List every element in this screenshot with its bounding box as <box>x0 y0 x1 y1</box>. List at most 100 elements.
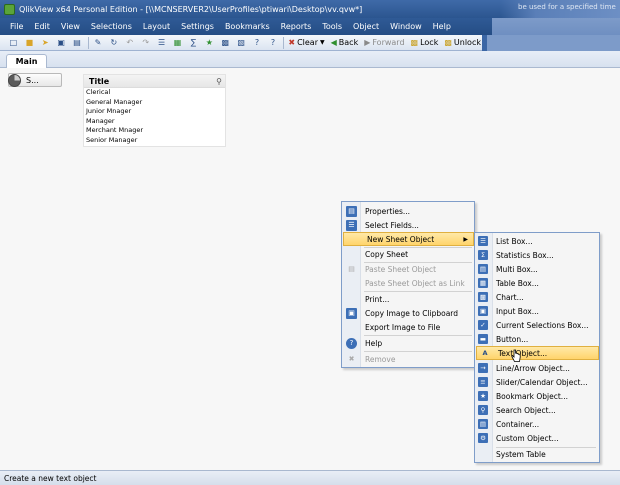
unlock-button[interactable]: ▩ Unlock <box>444 38 481 47</box>
menu-item-bookmark-object[interactable]: ★ Bookmark Object... <box>475 389 599 403</box>
undo-icon[interactable]: ↶ <box>124 37 135 48</box>
list-item[interactable]: Senior Manager <box>84 136 225 146</box>
remove-icon: ✖ <box>348 354 355 363</box>
menu-item-line-arrow-object[interactable]: → Line/Arrow Object... <box>475 361 599 375</box>
list-box-header[interactable]: Title ⚲ <box>84 75 225 88</box>
menu-bookmarks[interactable]: Bookmarks <box>225 22 270 31</box>
new-document-icon[interactable]: □ <box>8 37 19 48</box>
edit-script-icon[interactable]: ✎ <box>93 37 104 48</box>
list-item[interactable]: Clerical <box>84 88 225 98</box>
chevron-down-icon[interactable]: ▼ <box>320 39 325 46</box>
custom-object-icon: ⚙ <box>478 433 488 443</box>
new-sheet-object-submenu: ☰ List Box... Σ Statistics Box... ▤ Mult… <box>474 232 600 463</box>
menu-item-system-table[interactable]: System Table <box>475 447 599 461</box>
redo-icon[interactable]: ↷ <box>140 37 151 48</box>
open-server-icon[interactable]: ➤ <box>40 37 51 48</box>
menu-reports[interactable]: Reports <box>281 22 312 31</box>
menu-edit[interactable]: Edit <box>34 22 50 31</box>
menu-layout[interactable]: Layout <box>143 22 170 31</box>
menu-item-statistics-box[interactable]: Σ Statistics Box... <box>475 248 599 262</box>
menu-item-paste-sheet-object[interactable]: ▤ Paste Sheet Object <box>342 262 474 276</box>
menu-item-help[interactable]: ? Help <box>342 336 474 350</box>
back-button[interactable]: ◀ Back <box>331 38 359 47</box>
menu-view[interactable]: View <box>61 22 80 31</box>
lock-button[interactable]: ▩ Lock <box>411 38 439 47</box>
menu-item-button[interactable]: ▬ Button... <box>475 332 599 346</box>
menu-item-list-box[interactable]: ☰ List Box... <box>475 234 599 248</box>
menu-item-text-object[interactable]: A Text Object... <box>476 346 599 360</box>
menu-item-label: Remove <box>365 354 396 364</box>
blank-icon <box>346 278 357 289</box>
sheet-properties-icon[interactable]: ▧ <box>236 37 247 48</box>
menu-item-properties[interactable]: ▤ Properties... <box>342 204 474 218</box>
back-arrow-icon: ◀ <box>330 38 337 47</box>
menu-file[interactable]: File <box>10 22 23 31</box>
menu-item-select-fields[interactable]: ☰ Select Fields... <box>342 218 474 232</box>
expression-icon[interactable]: ∑ <box>188 37 199 48</box>
list-item[interactable]: Junior Mnager <box>84 107 225 117</box>
forward-arrow-icon: ▶ <box>364 38 371 47</box>
container-icon: ▤ <box>478 419 488 429</box>
background-window-text: be used for a specified time <box>500 0 620 18</box>
menu-item-copy-image[interactable]: ▣ Copy Image to Clipboard <box>342 306 474 320</box>
menu-item-label: Export Image to File <box>365 322 441 332</box>
menu-item-copy-sheet[interactable]: Copy Sheet <box>342 247 474 261</box>
menu-item-custom-object[interactable]: ⚙ Custom Object... <box>475 431 599 445</box>
print-icon[interactable]: ▤ <box>72 37 83 48</box>
menu-item-remove[interactable]: ✖ Remove <box>342 352 474 366</box>
menu-item-label: Paste Sheet Object <box>365 264 437 274</box>
document-properties-icon[interactable]: ▩ <box>220 37 231 48</box>
menu-item-search-object[interactable]: ⚲ Search Object... <box>475 403 599 417</box>
context-help-icon[interactable]: ? <box>267 37 278 48</box>
menu-item-table-box[interactable]: ▦ Table Box... <box>475 276 599 290</box>
menu-item-multi-box[interactable]: ▤ Multi Box... <box>475 262 599 276</box>
reload-icon[interactable]: ↻ <box>108 37 119 48</box>
unlock-icon: ▩ <box>444 38 452 47</box>
title-list-box[interactable]: Title ⚲ Clerical General Manager Junior … <box>83 74 226 147</box>
menu-item-export-image[interactable]: Export Image to File <box>342 320 474 334</box>
clear-button[interactable]: ✖ Clear ▼ <box>288 38 324 47</box>
menu-item-chart[interactable]: ▩ Chart... <box>475 290 599 304</box>
help-icon[interactable]: ? <box>252 37 263 48</box>
list-item[interactable]: General Manager <box>84 98 225 108</box>
bookmark-star-icon[interactable]: ★ <box>204 37 215 48</box>
bookmark-icon: ★ <box>478 391 488 401</box>
properties-icon: ▤ <box>346 205 357 217</box>
menu-item-new-sheet-object[interactable]: New Sheet Object ▶ <box>343 232 474 246</box>
menu-selections[interactable]: Selections <box>91 22 132 31</box>
tab-main[interactable]: Main <box>6 54 47 69</box>
menu-item-input-box[interactable]: ▣ Input Box... <box>475 304 599 318</box>
menu-item-slider-calendar-object[interactable]: ≡ Slider/Calendar Object... <box>475 375 599 389</box>
menu-tools[interactable]: Tools <box>322 22 342 31</box>
menu-object[interactable]: Object <box>353 22 379 31</box>
menu-item-print[interactable]: Print... <box>342 292 474 306</box>
menu-help[interactable]: Help <box>433 22 451 31</box>
slider-icon: ≡ <box>478 377 488 387</box>
menu-window[interactable]: Window <box>390 22 422 31</box>
menu-item-paste-as-link[interactable]: Paste Sheet Object as Link <box>342 276 474 290</box>
menu-item-label: Help <box>365 338 383 348</box>
input-box-icon: ▣ <box>478 306 488 316</box>
menu-settings[interactable]: Settings <box>181 22 214 31</box>
edit-module-icon[interactable]: ☰ <box>156 37 167 48</box>
forward-button[interactable]: ▶ Forward <box>364 38 404 47</box>
background-window-area <box>492 18 620 35</box>
search-icon[interactable]: ⚲ <box>216 77 222 86</box>
list-item[interactable]: Merchant Mnager <box>84 126 225 136</box>
blank-icon <box>348 234 359 245</box>
menu-item-current-selections-box[interactable]: ✓ Current Selections Box... <box>475 318 599 332</box>
minimized-object-label: S... <box>26 75 39 85</box>
list-item[interactable]: Manager <box>84 117 225 127</box>
minimized-chart-object[interactable]: S... <box>8 73 62 87</box>
forward-label: Forward <box>372 38 405 47</box>
menu-item-label: Bookmark Object... <box>496 391 568 401</box>
open-folder-icon[interactable]: ■ <box>24 37 35 48</box>
blank-icon <box>478 449 488 459</box>
status-text: Create a new text object <box>4 473 97 483</box>
menu-item-container[interactable]: ▤ Container... <box>475 417 599 431</box>
menu-item-label: New Sheet Object <box>367 234 435 244</box>
menu-item-label: Copy Sheet <box>365 249 409 259</box>
save-icon[interactable]: ▣ <box>56 37 67 48</box>
table-viewer-icon[interactable]: ▦ <box>172 37 183 48</box>
menu-item-label: Text Object... <box>498 348 548 358</box>
